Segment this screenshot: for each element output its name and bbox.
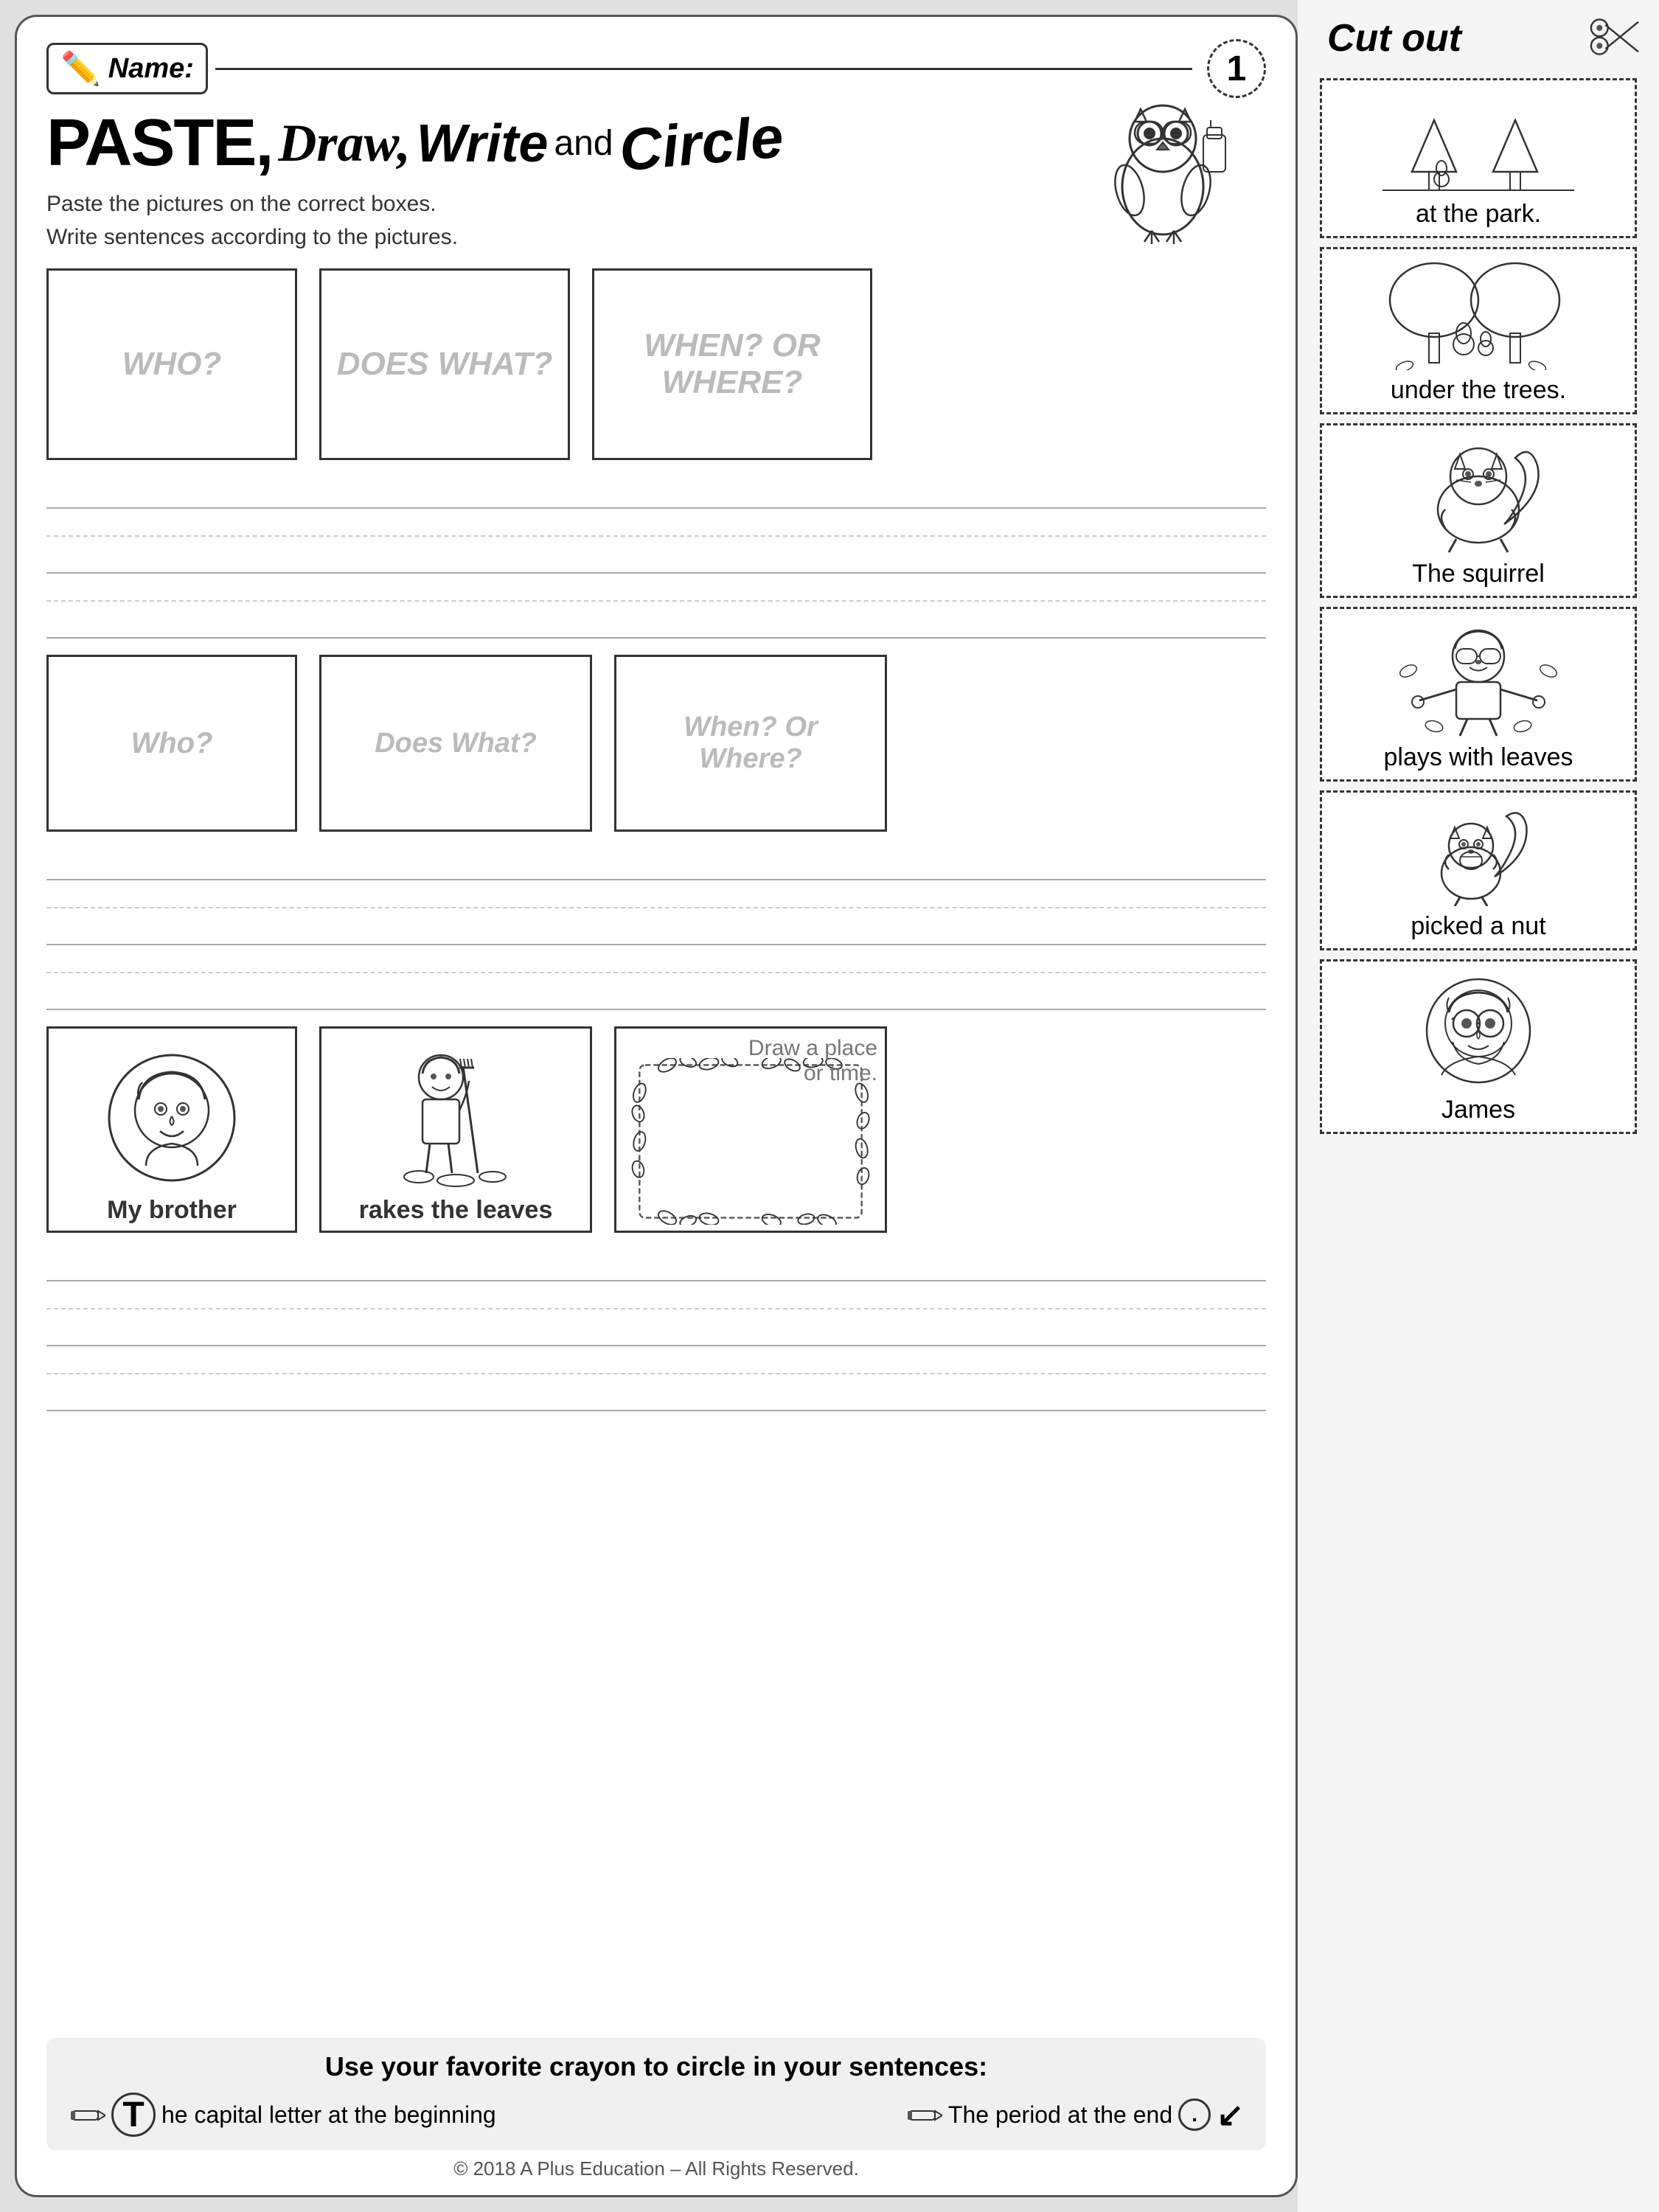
instruction-line1: Paste the pictures on the correct boxes. — [46, 187, 1266, 220]
cutout-label-squirrel2: picked a nut — [1411, 912, 1545, 941]
crayon-right: The period at the end . ↙ — [905, 2096, 1244, 2134]
crayon-icon-left — [69, 2104, 105, 2126]
cutout-item-boy-leaves[interactable]: plays with leaves — [1320, 607, 1637, 782]
line-dash-5[interactable] — [46, 1281, 1266, 1310]
james-illustration — [1375, 972, 1582, 1090]
writing-lines-3 — [46, 1245, 1266, 1411]
when-where-box-1[interactable]: WHEN? OR WHERE? — [592, 268, 872, 460]
crayon-icon-right — [905, 2104, 942, 2126]
cutout-title-row: Cut out — [1305, 7, 1652, 66]
cutout-label-squirrel: The squirrel — [1412, 560, 1545, 588]
crayon-instruction-title: Use your favorite crayon to circle in yo… — [69, 2051, 1244, 2082]
title-row: PASTE, Draw, Write and Circle — [46, 105, 1266, 181]
worksheet: ✏️ Name: 1 PASTE, Draw, Write and Circle — [15, 15, 1298, 2197]
title-paste: PASTE, — [46, 105, 272, 181]
crayon-text-left: he capital letter at the beginning — [161, 2101, 496, 2129]
rakes-leaves-box[interactable]: rakes the leaves — [319, 1026, 592, 1233]
name-box: ✏️ Name: — [46, 43, 208, 94]
line-dash-2[interactable] — [46, 574, 1266, 602]
page-number: 1 — [1207, 39, 1266, 98]
line-solid-5 — [46, 908, 1266, 945]
boy-leaves-illustration — [1375, 619, 1582, 737]
who-box-2[interactable]: Who? — [46, 655, 297, 832]
title-circle: Circle — [616, 102, 786, 184]
line-solid-7 — [46, 1245, 1266, 1281]
row1-boxes: WHO? DOES WHAT? WHEN? OR WHERE? — [46, 268, 1266, 460]
line-solid-9 — [46, 1374, 1266, 1411]
line-solid-2 — [46, 537, 1266, 574]
name-label: Name: — [108, 53, 194, 85]
pencil-icon: ✏️ — [60, 49, 101, 88]
cutout-title: Cut out — [1312, 16, 1585, 60]
cutout-sidebar: Cut out at the park. — [1298, 0, 1659, 2212]
row3-boxes: My brother — [46, 1026, 1266, 1233]
line-dash-4[interactable] — [46, 945, 1266, 973]
line-solid-4 — [46, 844, 1266, 880]
trees-illustration — [1375, 260, 1582, 370]
title-and: and — [554, 123, 613, 164]
does-what-box-1[interactable]: DOES WHAT? — [319, 268, 570, 460]
line-dash-6[interactable] — [46, 1346, 1266, 1374]
brother-illustration — [105, 1051, 238, 1192]
title-write: Write — [417, 114, 549, 174]
my-brother-box[interactable]: My brother — [46, 1026, 297, 1233]
row2-boxes: Who? Does What? When? Or Where? — [46, 655, 1266, 832]
cutout-label-boy-leaves: plays with leaves — [1383, 743, 1573, 772]
instructions: Paste the pictures on the correct boxes.… — [46, 187, 1266, 254]
cutout-item-james[interactable]: James — [1320, 959, 1637, 1134]
crayon-left: T he capital letter at the beginning — [69, 2093, 496, 2137]
cutout-item-squirrel2[interactable]: picked a nut — [1320, 790, 1637, 950]
cutout-label-trees: under the trees. — [1391, 376, 1566, 405]
scissors-icon — [1585, 7, 1644, 66]
cutout-label-james: James — [1441, 1096, 1515, 1124]
cutout-label-park: at the park. — [1416, 200, 1541, 229]
when-where-box-2[interactable]: When? Or Where? — [614, 655, 887, 832]
cutout-item-squirrel[interactable]: The squirrel — [1320, 423, 1637, 598]
crayon-instruction-section: Use your favorite crayon to circle in yo… — [46, 2038, 1266, 2150]
line-solid-6 — [46, 973, 1266, 1010]
header-row: ✏️ Name: 1 — [46, 39, 1266, 98]
period-circle: . — [1178, 2098, 1211, 2131]
writing-lines-2 — [46, 844, 1266, 1010]
rakes-label: rakes the leaves — [359, 1196, 553, 1225]
instruction-line2: Write sentences according to the picture… — [46, 220, 1266, 254]
cutout-item-park[interactable]: at the park. — [1320, 78, 1637, 238]
footer: © 2018 A Plus Education – All Rights Res… — [46, 2157, 1266, 2180]
line-solid-1 — [46, 472, 1266, 509]
line-dash-1[interactable] — [46, 509, 1266, 537]
line-dash-3[interactable] — [46, 880, 1266, 908]
arrow-icon: ↙ — [1217, 2096, 1244, 2134]
who-box-1[interactable]: WHO? — [46, 268, 297, 460]
owl-illustration — [1089, 91, 1237, 249]
line-solid-8 — [46, 1310, 1266, 1346]
line-solid-3 — [46, 602, 1266, 639]
does-what-box-2[interactable]: Does What? — [319, 655, 592, 832]
squirrel-illustration — [1375, 436, 1582, 554]
rakes-illustration — [382, 1044, 529, 1192]
title-draw: Draw, — [278, 113, 410, 174]
brother-label: My brother — [107, 1196, 237, 1225]
draw-place-box[interactable]: Draw a place or time. — [614, 1026, 887, 1233]
draw-place-label: Draw a place or time. — [730, 1036, 877, 1086]
crayon-text-right: The period at the end — [948, 2101, 1172, 2129]
park-illustration — [1375, 91, 1582, 194]
name-line[interactable] — [215, 68, 1192, 70]
cutout-item-trees[interactable]: under the trees. — [1320, 247, 1637, 414]
writing-lines-1 — [46, 472, 1266, 639]
squirrel2-illustration — [1375, 803, 1582, 906]
capital-T-circle: T — [111, 2093, 156, 2137]
